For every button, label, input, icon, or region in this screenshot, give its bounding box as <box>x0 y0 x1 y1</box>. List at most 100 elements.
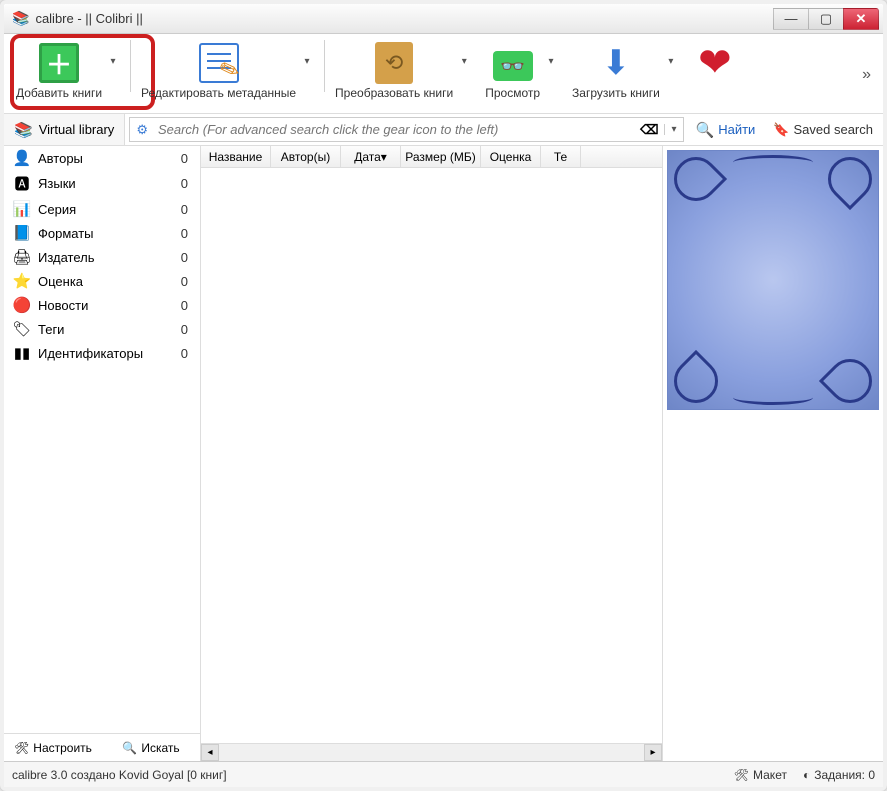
statusbar: calibre 3.0 создано Kovid Goyal [0 книг]… <box>4 761 883 787</box>
search-tags-button[interactable]: 🔍Искать <box>102 741 200 755</box>
category-icon: 🔴 <box>12 296 32 314</box>
convert-icon: ⟲ <box>375 42 413 84</box>
edit-icon <box>199 43 239 83</box>
add-books-dropdown[interactable]: ▾ <box>106 38 120 84</box>
book-list-panel: НазваниеАвтор(ы)Дата ▾Размер (МБ)ОценкаТ… <box>201 146 663 761</box>
column-header[interactable]: Те <box>541 146 581 167</box>
jobs-button[interactable]: ◐Задания: 0 <box>803 768 875 782</box>
sort-indicator-icon: ▾ <box>381 150 387 164</box>
maximize-button[interactable]: ▢ <box>808 8 844 30</box>
spinner-icon: ◐ <box>803 768 810 782</box>
download-books-button[interactable]: ⬇ Загрузить книги <box>568 38 664 102</box>
column-header[interactable]: Дата ▾ <box>341 146 401 167</box>
book-cover-placeholder <box>667 150 879 410</box>
column-header[interactable]: Автор(ы) <box>271 146 341 167</box>
gear-icon[interactable]: ⚙ <box>130 122 154 138</box>
search-row: 📚 Virtual library ⚙ ⌫ ▾ 🔍 Найти 🔖 Saved … <box>4 114 883 146</box>
category-icon: 📘 <box>12 224 32 242</box>
virtual-library-button[interactable]: 📚 Virtual library <box>4 114 125 145</box>
category-icon: 🏷 <box>12 320 32 338</box>
edit-metadata-dropdown[interactable]: ▾ <box>300 38 314 84</box>
category-count: 0 <box>181 226 192 241</box>
category-icon: 🖨 <box>12 248 32 266</box>
category-row[interactable]: 🖨 Издатель 0 <box>4 245 200 269</box>
column-header[interactable]: Размер (МБ) <box>401 146 481 167</box>
search-icon: 🔍 <box>696 121 715 139</box>
book-grid[interactable] <box>201 168 662 743</box>
category-row[interactable]: 👤 Авторы 0 <box>4 146 200 170</box>
category-row[interactable]: 🏷 Теги 0 <box>4 317 200 341</box>
column-headers: НазваниеАвтор(ы)Дата ▾Размер (МБ)ОценкаТ… <box>201 146 662 168</box>
category-count: 0 <box>181 346 192 361</box>
category-label: Языки <box>38 176 76 191</box>
layout-button[interactable]: 🛠Макет <box>734 768 787 782</box>
heart-icon: ❤ <box>698 40 732 86</box>
category-label: Новости <box>38 298 88 313</box>
view-dropdown[interactable]: ▾ <box>544 38 558 84</box>
category-count: 0 <box>181 298 192 313</box>
category-count: 0 <box>181 202 192 217</box>
category-row[interactable]: 📊 Серия 0 <box>4 197 200 221</box>
wrench-icon: 🛠 <box>14 741 29 755</box>
window-title: calibre - || Colibri || <box>35 11 142 26</box>
search-icon: 🔍 <box>122 741 137 755</box>
category-row[interactable]: 🅰 Языки 0 <box>4 170 200 197</box>
scroll-left-button[interactable]: ◂ <box>201 744 219 761</box>
category-icon: ▮▮ <box>12 344 32 362</box>
category-label: Теги <box>38 322 64 337</box>
convert-books-dropdown[interactable]: ▾ <box>457 38 471 84</box>
edit-metadata-button[interactable]: Редактировать метаданные <box>137 38 300 102</box>
column-header[interactable]: Название <box>201 146 271 167</box>
add-books-icon: ＋ <box>39 43 79 83</box>
find-button[interactable]: 🔍 Найти <box>688 114 764 145</box>
category-icon: ⭐ <box>12 272 32 290</box>
category-row[interactable]: ⭐ Оценка 0 <box>4 269 200 293</box>
category-label: Форматы <box>38 226 94 241</box>
category-label: Оценка <box>38 274 83 289</box>
category-label: Серия <box>38 202 76 217</box>
category-count: 0 <box>181 322 192 337</box>
clear-search-button[interactable]: ⌫ <box>634 122 664 138</box>
donate-button[interactable]: ❤ <box>688 38 742 88</box>
category-label: Идентификаторы <box>38 346 143 361</box>
column-header[interactable]: Оценка <box>481 146 541 167</box>
app-icon: 📚 <box>12 10 29 27</box>
category-row[interactable]: ▮▮ Идентификаторы 0 <box>4 341 200 365</box>
add-books-button[interactable]: ＋ Добавить книги <box>12 38 106 102</box>
wrench-icon: 🛠 <box>734 768 749 782</box>
horizontal-scrollbar[interactable]: ◂ ▸ <box>201 743 662 761</box>
download-books-dropdown[interactable]: ▾ <box>664 38 678 84</box>
category-icon: 👤 <box>12 149 32 167</box>
category-row[interactable]: 🔴 Новости 0 <box>4 293 200 317</box>
search-box: ⚙ ⌫ ▾ <box>129 117 683 142</box>
main-toolbar: ＋ Добавить книги ▾ Редактировать метадан… <box>4 34 883 114</box>
category-row[interactable]: 📘 Форматы 0 <box>4 221 200 245</box>
convert-books-button[interactable]: ⟲ Преобразовать книги <box>331 38 457 102</box>
toolbar-overflow[interactable]: » <box>858 62 875 88</box>
category-icon: 📊 <box>12 200 32 218</box>
minimize-button[interactable]: — <box>773 8 809 30</box>
saved-search-button[interactable]: 🔖 Saved search <box>763 114 883 145</box>
status-text: calibre 3.0 создано Kovid Goyal [0 книг] <box>12 768 227 782</box>
titlebar: 📚 calibre - || Colibri || — ▢ ✕ <box>4 4 883 34</box>
bookmark-icon: 🔖 <box>773 122 789 138</box>
category-icon: 🅰 <box>12 173 32 194</box>
scroll-track[interactable] <box>219 744 644 761</box>
category-count: 0 <box>181 151 192 166</box>
configure-button[interactable]: 🛠Настроить <box>4 741 102 755</box>
download-icon: ⬇ <box>596 43 636 83</box>
books-icon: 📚 <box>14 121 33 139</box>
category-label: Авторы <box>38 151 83 166</box>
close-button[interactable]: ✕ <box>843 8 879 30</box>
category-label: Издатель <box>38 250 95 265</box>
search-input[interactable] <box>154 122 634 137</box>
category-count: 0 <box>181 176 192 191</box>
category-count: 0 <box>181 274 192 289</box>
view-button[interactable]: 👓 Просмотр <box>481 38 544 102</box>
view-icon: 👓 <box>493 51 533 81</box>
cover-panel <box>663 146 883 761</box>
category-count: 0 <box>181 250 192 265</box>
tag-browser-sidebar: 👤 Авторы 0 🅰 Языки 0 📊 Серия 0 📘 Форматы 0 🖨 Издатель… <box>4 146 201 761</box>
scroll-right-button[interactable]: ▸ <box>644 744 662 761</box>
search-history-dropdown[interactable]: ▾ <box>664 124 682 135</box>
